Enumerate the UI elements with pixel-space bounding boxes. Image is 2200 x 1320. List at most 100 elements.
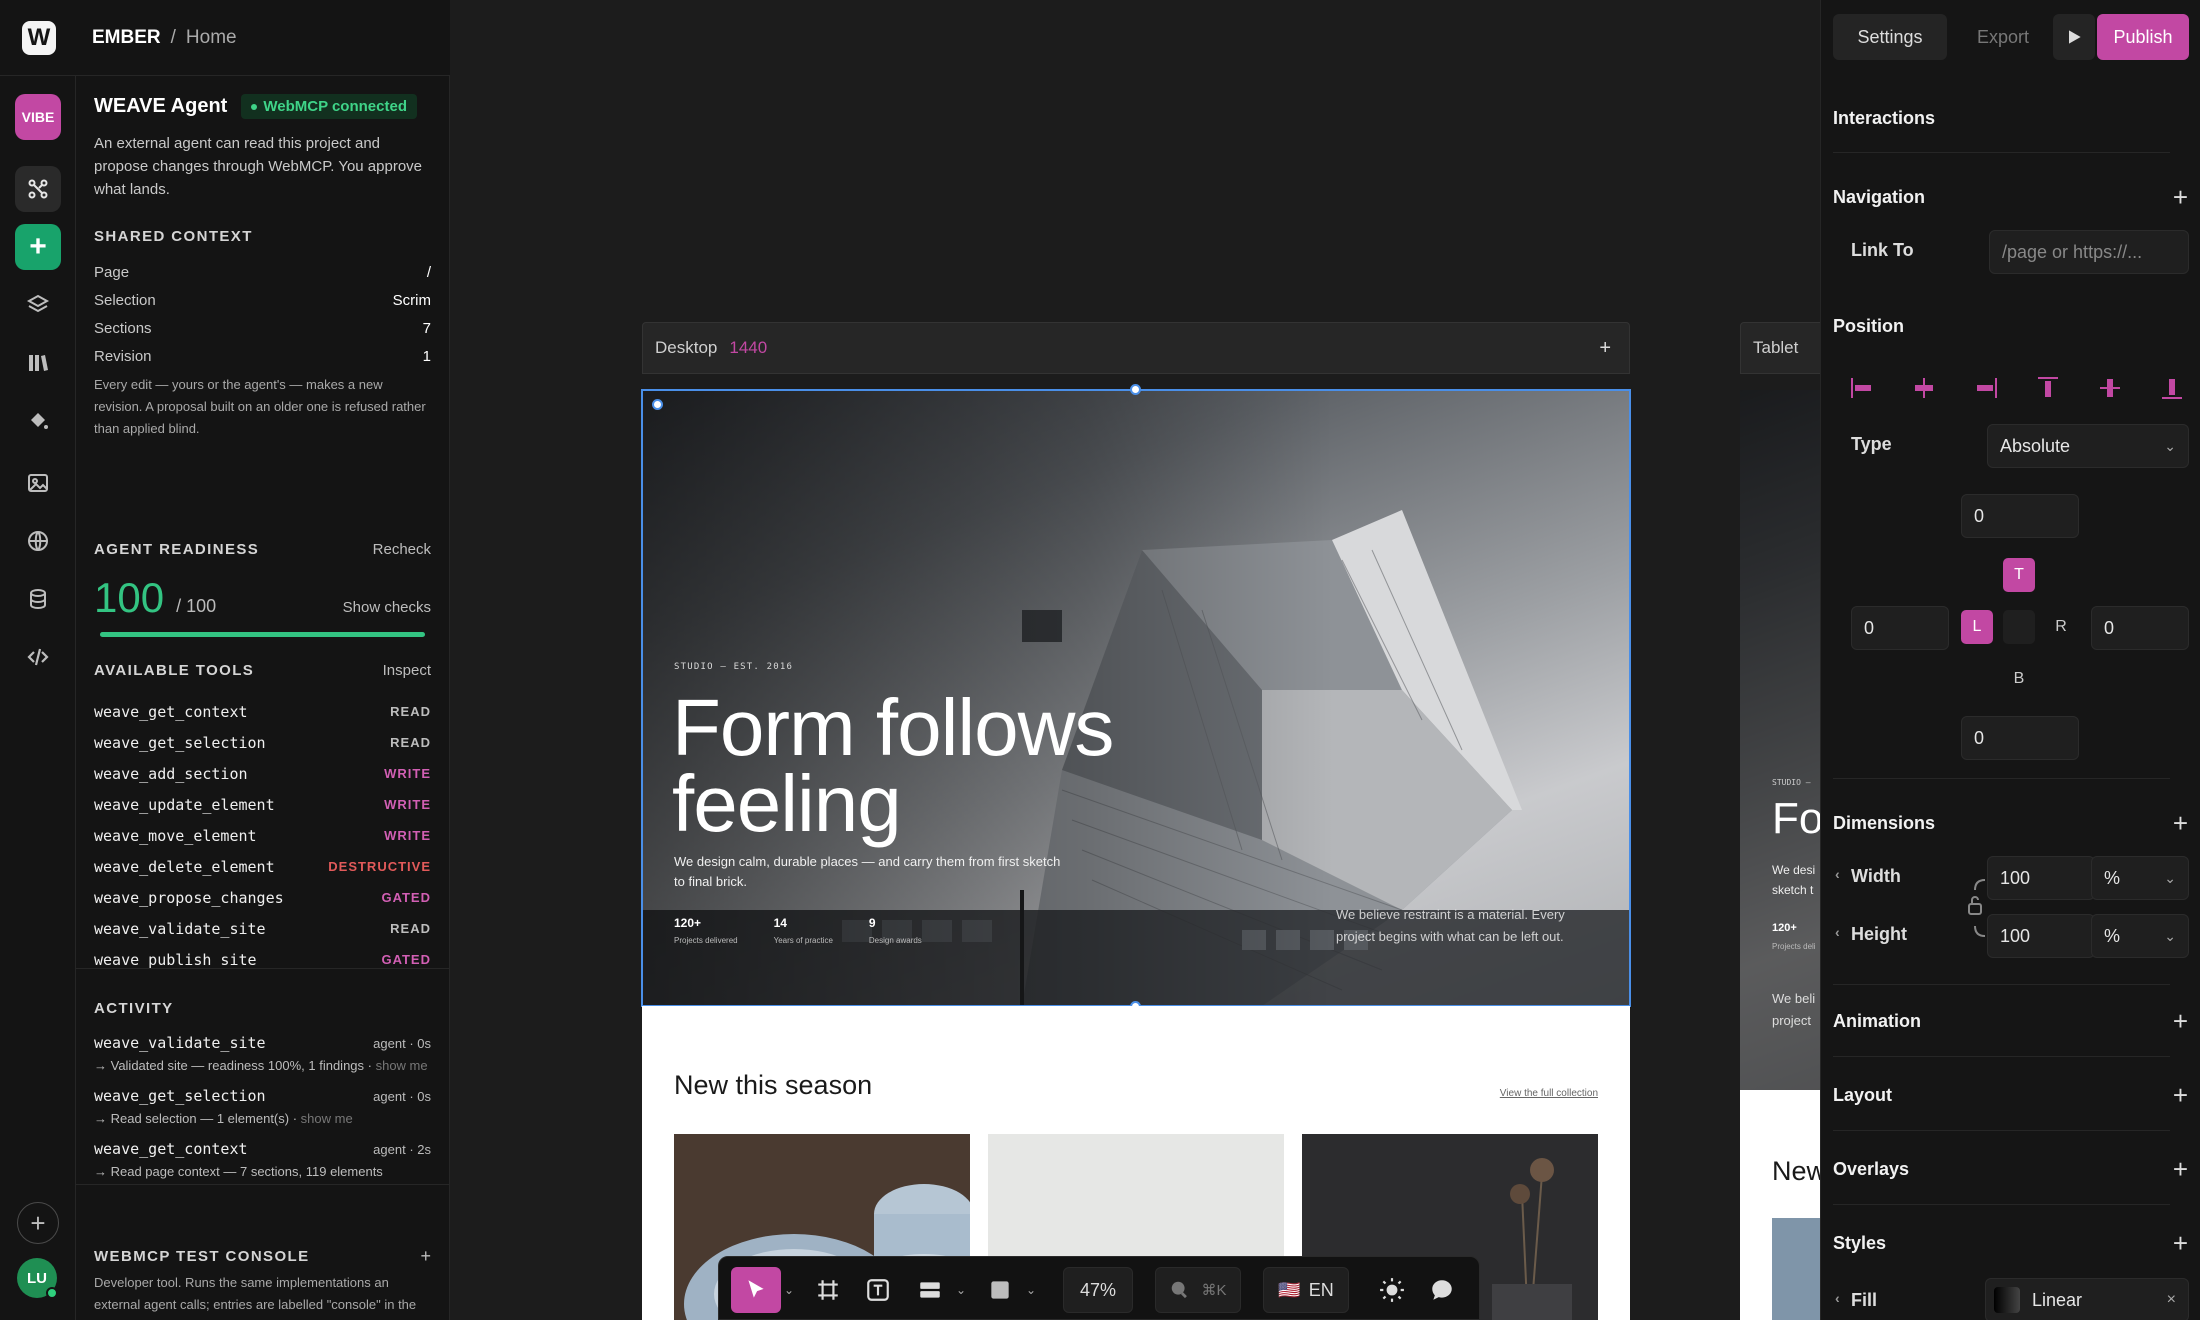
- tablet-collection-preview[interactable]: New: [1740, 1090, 1820, 1320]
- weave-logo-icon[interactable]: W: [22, 20, 56, 55]
- add-dimension-plus-icon[interactable]: +: [2173, 808, 2188, 839]
- top-offset-input[interactable]: 0: [1961, 494, 2079, 538]
- command-search-button[interactable]: ⌘K: [1155, 1267, 1241, 1313]
- pin-right-toggle[interactable]: R: [2045, 610, 2077, 644]
- align-left-icon[interactable]: [1849, 375, 1875, 401]
- tool-row-weave_propose_changes[interactable]: weave_propose_changes GATED: [94, 882, 431, 913]
- layers-icon[interactable]: [15, 282, 61, 328]
- show-me-link[interactable]: show me: [301, 1111, 353, 1126]
- vibe-button[interactable]: VIBE: [15, 94, 61, 140]
- tool-row-weave_add_section[interactable]: weave_add_section WRITE: [94, 758, 431, 789]
- width-collapse-chevron-icon[interactable]: ‹: [1835, 866, 1840, 882]
- console-add-button[interactable]: +: [420, 1246, 431, 1267]
- activity-item[interactable]: weave_validate_site agent · 0s → Validated…: [94, 1034, 431, 1075]
- theme-toggle-button[interactable]: [1369, 1267, 1415, 1313]
- width-unit-select[interactable]: % ⌄: [2091, 856, 2189, 900]
- tool-row-weave_validate_site[interactable]: weave_validate_site READ: [94, 913, 431, 944]
- export-tab[interactable]: Export: [1953, 14, 2053, 60]
- pin-top-toggle[interactable]: T: [2003, 558, 2035, 592]
- animation-section[interactable]: Animation +: [1833, 1006, 2188, 1037]
- fill-select[interactable]: Linear ×: [1985, 1278, 2189, 1320]
- add-style-plus-icon[interactable]: +: [2173, 1228, 2188, 1259]
- section-tool-button[interactable]: [907, 1267, 953, 1313]
- section-tool-dropdown[interactable]: ⌄: [951, 1267, 971, 1313]
- layout-section[interactable]: Layout +: [1833, 1080, 2188, 1111]
- remove-fill-close-icon[interactable]: ×: [2167, 1291, 2176, 1309]
- add-element-button[interactable]: +: [15, 224, 61, 270]
- add-animation-plus-icon[interactable]: +: [2173, 1006, 2188, 1037]
- position-type-select[interactable]: Absolute ⌄: [1987, 424, 2189, 468]
- styles-section[interactable]: Styles +: [1833, 1228, 2188, 1259]
- height-unit-select[interactable]: % ⌄: [2091, 914, 2189, 958]
- pin-bottom-toggle[interactable]: B: [2003, 662, 2035, 696]
- database-icon[interactable]: [15, 576, 61, 622]
- activity-item[interactable]: weave_get_selection agent · 0s → Read sele…: [94, 1087, 431, 1128]
- agent-nodes-icon[interactable]: [15, 166, 61, 212]
- design-canvas[interactable]: Desktop 1440 + STUDIO — EST. 2016 Form f…: [450, 0, 1820, 1320]
- align-top-icon[interactable]: [2035, 375, 2061, 401]
- comments-button[interactable]: [1419, 1267, 1465, 1313]
- add-layout-plus-icon[interactable]: +: [2173, 1080, 2188, 1111]
- selection-anchor-handle[interactable]: [652, 399, 663, 410]
- tablet-hero-preview[interactable]: STUDIO — Fo We desi sketch t 120+ Projec…: [1740, 390, 1820, 1090]
- bottom-offset-input[interactable]: 0: [1961, 716, 2079, 760]
- position-section[interactable]: Position: [1833, 316, 2188, 337]
- user-avatar[interactable]: LU: [17, 1258, 58, 1299]
- add-breakpoint-button[interactable]: +: [1599, 337, 1611, 360]
- show-me-link[interactable]: show me: [376, 1058, 428, 1073]
- navigation-section[interactable]: Navigation +: [1833, 182, 2188, 213]
- tool-row-weave_get_selection[interactable]: weave_get_selection READ: [94, 727, 431, 758]
- left-offset-input[interactable]: 0: [1851, 606, 1949, 650]
- shape-tool-dropdown[interactable]: ⌄: [1021, 1267, 1041, 1313]
- select-tool-button[interactable]: [731, 1267, 781, 1313]
- library-icon[interactable]: [15, 340, 61, 386]
- activity-item[interactable]: weave_get_context agent · 2s → Read page c…: [94, 1140, 431, 1181]
- align-bottom-icon[interactable]: [2159, 375, 2185, 401]
- breadcrumb-page[interactable]: Home: [186, 27, 237, 49]
- new-workspace-button[interactable]: +: [17, 1202, 59, 1244]
- tablet-frame-header[interactable]: Tablet: [1740, 322, 1820, 374]
- tool-row-weave_get_context[interactable]: weave_get_context READ: [94, 696, 431, 727]
- align-center-vertical-icon[interactable]: [2097, 375, 2123, 401]
- interactions-section[interactable]: Interactions: [1833, 108, 2188, 129]
- dimensions-section[interactable]: Dimensions +: [1833, 808, 2188, 839]
- zoom-control[interactable]: 47%: [1063, 1267, 1133, 1313]
- tool-row-weave_publish_site[interactable]: weave_publish_site GATED: [94, 944, 431, 975]
- aspect-lock-icon[interactable]: [1967, 878, 1987, 938]
- width-input[interactable]: 100: [1987, 856, 2095, 900]
- settings-tab[interactable]: Settings: [1833, 14, 1947, 60]
- resize-handle-top[interactable]: [1130, 384, 1141, 395]
- tool-row-weave_update_element[interactable]: weave_update_element WRITE: [94, 789, 431, 820]
- paint-bucket-icon[interactable]: [15, 398, 61, 444]
- publish-button[interactable]: Publish: [2097, 14, 2189, 60]
- preview-play-button[interactable]: [2053, 14, 2095, 60]
- breadcrumb-project[interactable]: EMBER: [92, 27, 161, 49]
- shape-tool-button[interactable]: [977, 1267, 1023, 1313]
- globe-icon[interactable]: [15, 518, 61, 564]
- right-offset-input[interactable]: 0: [2091, 606, 2189, 650]
- pin-center-toggle[interactable]: [2003, 610, 2035, 644]
- link-to-input[interactable]: /page or https://...: [1989, 230, 2189, 274]
- desktop-frame-header[interactable]: Desktop 1440 +: [642, 322, 1630, 374]
- tool-row-weave_delete_element[interactable]: weave_delete_element DESTRUCTIVE: [94, 851, 431, 882]
- text-tool-button[interactable]: [855, 1267, 901, 1313]
- height-collapse-chevron-icon[interactable]: ‹: [1835, 924, 1840, 940]
- inspect-link[interactable]: Inspect: [383, 662, 431, 679]
- tool-row-weave_move_element[interactable]: weave_move_element WRITE: [94, 820, 431, 851]
- align-center-horizontal-icon[interactable]: [1911, 375, 1937, 401]
- align-right-icon[interactable]: [1973, 375, 1999, 401]
- show-checks-link[interactable]: Show checks: [343, 599, 431, 616]
- pin-left-toggle[interactable]: L: [1961, 610, 1993, 644]
- recheck-link[interactable]: Recheck: [373, 541, 431, 558]
- add-overlay-plus-icon[interactable]: +: [2173, 1154, 2188, 1185]
- overlays-section[interactable]: Overlays +: [1833, 1154, 2188, 1185]
- collection-link[interactable]: View the full collection: [1500, 1088, 1598, 1099]
- fill-collapse-chevron-icon[interactable]: ‹: [1835, 1290, 1840, 1306]
- image-icon[interactable]: [15, 460, 61, 506]
- add-navigation-plus-icon[interactable]: +: [2173, 182, 2188, 213]
- select-tool-dropdown[interactable]: ⌄: [779, 1267, 799, 1313]
- height-input[interactable]: 100: [1987, 914, 2095, 958]
- language-selector[interactable]: 🇺🇸 EN: [1263, 1267, 1349, 1313]
- code-icon[interactable]: [15, 634, 61, 680]
- frame-tool-button[interactable]: [805, 1267, 851, 1313]
